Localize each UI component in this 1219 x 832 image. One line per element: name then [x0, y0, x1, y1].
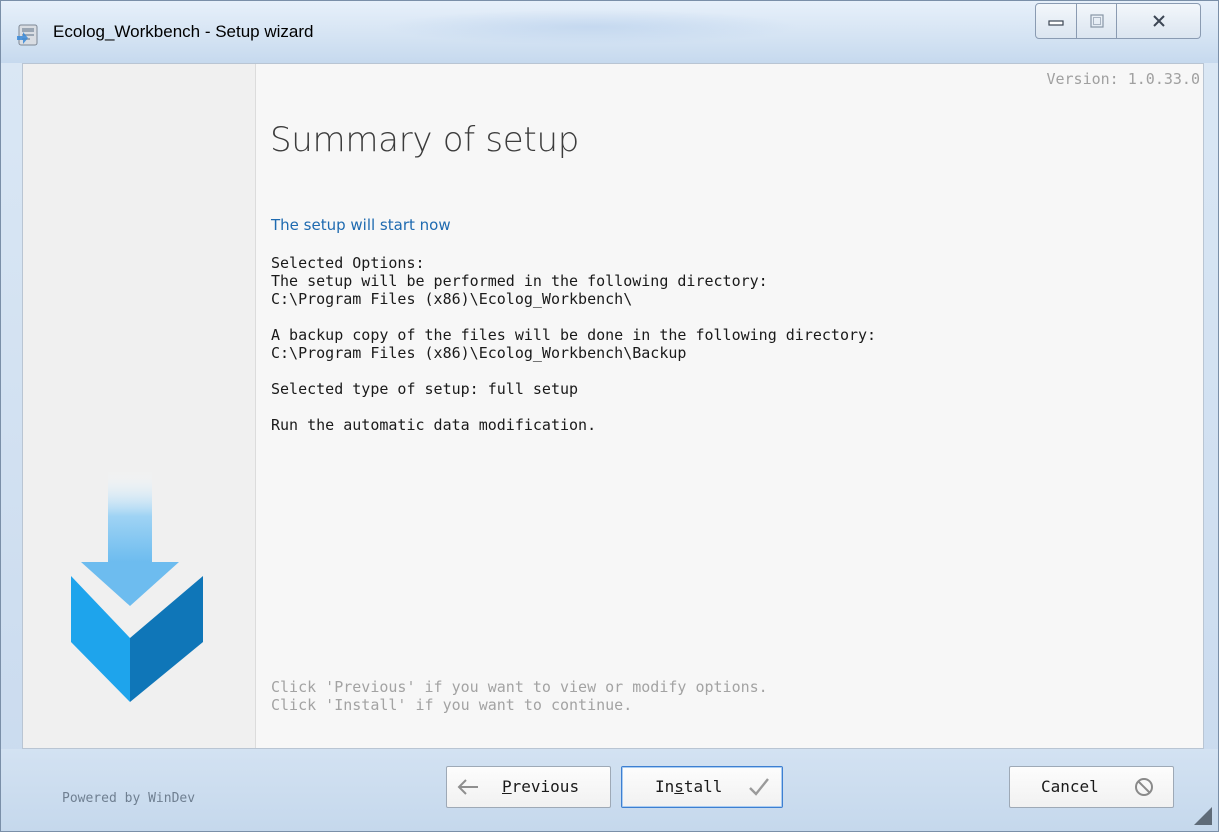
arrow-left-icon: [457, 779, 478, 795]
minimize-icon: [1048, 20, 1064, 26]
resize-grip-icon[interactable]: [1194, 807, 1212, 825]
window-controls: [1035, 3, 1203, 41]
navigation-hint: Click 'Previous' if you want to view or …: [271, 678, 768, 714]
window-title: Ecolog_Workbench - Setup wizard: [53, 22, 314, 41]
summary-line: C:\Program Files (x86)\Ecolog_Workbench\…: [271, 344, 687, 362]
version-label: Version: 1.0.33.0: [1046, 70, 1200, 88]
install-button-label: Install: [655, 777, 723, 796]
wizard-client-area: Version: 1.0.33.0 Summary of setup The s…: [22, 63, 1204, 749]
previous-button-label: Previous: [502, 777, 580, 796]
summary-line: [271, 398, 876, 416]
install-box-logo-icon: [71, 470, 203, 702]
cancel-button-label: Cancel: [1041, 777, 1099, 796]
close-icon: [1152, 15, 1165, 27]
install-button[interactable]: Install: [621, 766, 783, 808]
summary-line: [271, 362, 876, 380]
previous-button[interactable]: Previous: [446, 766, 611, 808]
summary-line: The setup will be performed in the follo…: [271, 272, 768, 290]
installer-icon: [17, 24, 38, 46]
summary-line: A backup copy of the files will be done …: [271, 326, 877, 344]
title-bar[interactable]: Ecolog_Workbench - Setup wizard: [1, 1, 1218, 63]
wizard-side-panel: [23, 64, 256, 748]
hint-line: Click 'Previous' if you want to view or …: [271, 678, 768, 696]
summary-line: [271, 308, 876, 326]
page-subtitle: The setup will start now: [271, 216, 451, 234]
page-title: Summary of setup: [270, 120, 579, 160]
minimize-button[interactable]: [1035, 3, 1077, 39]
summary-line: Selected type of setup: full setup: [271, 380, 579, 398]
cancel-icon: [1135, 778, 1153, 796]
summary-line: Selected Options:: [271, 254, 425, 272]
setup-summary-text: Selected Options: The setup will be perf…: [271, 254, 876, 434]
checkmark-icon: [749, 778, 769, 796]
powered-by-label: Powered by WinDev: [62, 791, 196, 806]
setup-wizard-window: Ecolog_Workbench - Setup wizard Version:…: [0, 0, 1219, 832]
cancel-button[interactable]: Cancel: [1009, 766, 1174, 808]
summary-line: C:\Program Files (x86)\Ecolog_Workbench\: [271, 290, 633, 308]
maximize-icon: [1089, 14, 1104, 28]
summary-line: Run the automatic data modification.: [271, 416, 597, 434]
wizard-footer: Powered by WinDev Previous Install Cance…: [1, 749, 1218, 831]
wizard-content: Version: 1.0.33.0 Summary of setup The s…: [256, 64, 1203, 748]
maximize-button[interactable]: [1077, 3, 1117, 39]
close-button[interactable]: [1117, 3, 1201, 39]
hint-line: Click 'Install' if you want to continue.: [271, 696, 633, 714]
